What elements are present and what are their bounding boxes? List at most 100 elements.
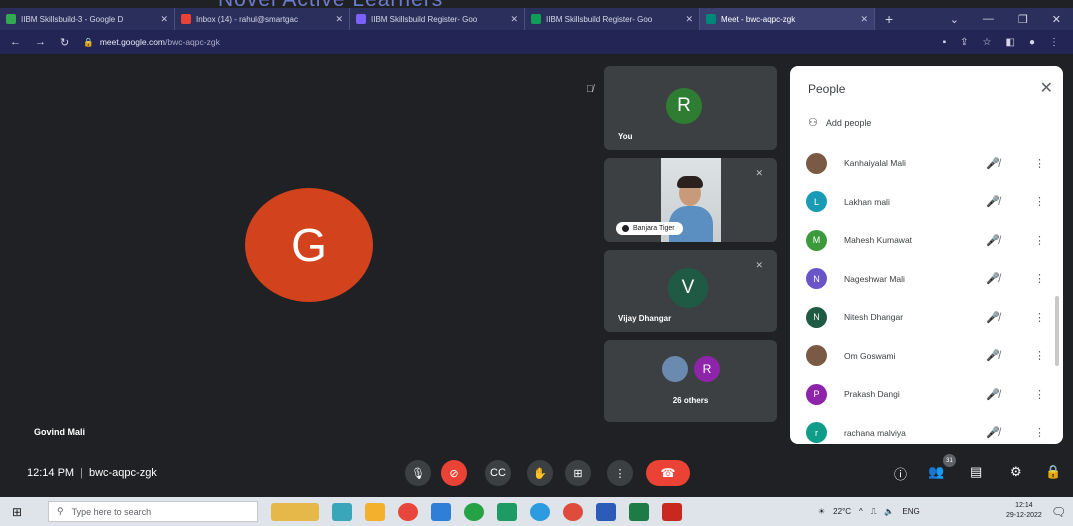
url-field[interactable]: 🔒 meet.google.com/bwc-aqpc-zgk (83, 37, 220, 48)
taskbar-search[interactable]: ⚲ Type here to search (48, 501, 258, 522)
participant-tile-you[interactable]: R You (604, 66, 777, 150)
list-item[interactable]: L Lakhan mali 🎤̸ ⋮ (790, 183, 1063, 222)
taskbar-app-icon[interactable] (332, 502, 352, 521)
participant-list: Kanhaiyalal Mali 🎤̸ ⋮ L Lakhan mali 🎤̸ ⋮… (790, 144, 1063, 444)
taskbar-app-icon[interactable] (271, 502, 319, 521)
more-options-icon[interactable]: ⋮ (1034, 157, 1045, 170)
taskbar-app-icon[interactable] (530, 502, 550, 521)
language-indicator[interactable]: ENG (902, 507, 919, 516)
chat-icon[interactable]: ▤ (970, 464, 982, 480)
browser-tab[interactable]: IIBM Skillsbuild-3 - Google D ✕ (0, 8, 175, 30)
participant-avatar: P (806, 383, 827, 405)
panel-title: People (808, 82, 846, 96)
network-icon[interactable]: ⎍ (871, 507, 877, 517)
taskbar-app-icon[interactable] (563, 502, 583, 521)
tab-search-icon[interactable]: ⌄ (950, 13, 959, 26)
present-button[interactable]: ⊞ (565, 460, 591, 486)
close-icon[interactable]: ✕ (1040, 78, 1053, 98)
hand-icon: ✋ (533, 467, 547, 480)
more-options-icon[interactable]: ⋮ (1034, 426, 1045, 439)
profile-icon[interactable]: ● (1029, 37, 1035, 48)
tab-title: IIBM Skillsbuild-3 - Google D (21, 14, 124, 24)
mic-off-icon: 🎤̸ (986, 196, 1000, 209)
sidebar-icon[interactable]: ◧ (1006, 37, 1015, 48)
activities-icon[interactable]: ⚙ (1010, 464, 1022, 480)
more-options-icon[interactable]: ⋮ (1034, 195, 1045, 208)
more-options-icon[interactable]: ⋮ (1034, 234, 1045, 247)
close-tab-icon[interactable]: ✕ (685, 14, 693, 25)
more-options-icon[interactable]: ⋮ (1034, 311, 1045, 324)
mic-off-icon: 🎤̸ (986, 350, 1000, 363)
reload-icon[interactable]: ↻ (60, 36, 69, 49)
volume-icon[interactable]: 🔈 (884, 507, 894, 516)
weather-icon[interactable]: ☀ (818, 507, 825, 516)
add-people-button[interactable]: ⚇ Add people (808, 116, 871, 129)
clock-date: 29-12-2022 (1006, 512, 1042, 519)
more-options-icon[interactable]: ⋮ (1034, 349, 1045, 362)
list-item[interactable]: N Nitesh Dhangar 🎤̸ ⋮ (790, 298, 1063, 337)
windows-taskbar: ⊞ ⚲ Type here to search ☀ 22°C ^ ⎍ 🔈 ENG… (0, 497, 1073, 526)
browser-tab[interactable]: Inbox (14) - rahul@smartgac ✕ (175, 8, 350, 30)
more-options-icon[interactable]: ⋮ (1034, 388, 1045, 401)
list-item[interactable]: N Nageshwar Mali 🎤̸ ⋮ (790, 260, 1063, 299)
browser-tab-active[interactable]: Meet - bwc-aqpc-zgk ✕ (700, 8, 875, 30)
forward-icon[interactable]: → (35, 36, 46, 48)
list-item[interactable]: Om Goswami 🎤̸ ⋮ (790, 337, 1063, 376)
bookmark-star-icon[interactable]: ☆ (983, 37, 992, 48)
participant-avatar: r (806, 422, 827, 444)
browser-tab[interactable]: IIBM Skillsbuild Register- Goo ✕ (350, 8, 525, 30)
pin-icon (622, 225, 629, 232)
camera-icon[interactable]: ▪ (943, 37, 947, 48)
windows-start-icon[interactable]: ⊞ (12, 505, 36, 519)
scrollbar[interactable] (1055, 296, 1059, 366)
close-tab-icon[interactable]: ✕ (335, 14, 343, 25)
participant-name: Om Goswami (844, 350, 896, 361)
taskbar-app-icon[interactable] (431, 502, 451, 521)
close-window-icon[interactable]: ✕ (1052, 13, 1061, 26)
host-controls-icon[interactable]: 🔒 (1045, 464, 1061, 480)
taskbar-app-icon[interactable] (596, 502, 616, 521)
chevron-up-icon[interactable]: ^ (859, 507, 863, 516)
mic-off-icon: 🎤̸ (986, 388, 1000, 401)
notification-icon[interactable]: 🗨 (1051, 505, 1066, 519)
main-participant-tile[interactable]: G Govind Mali (20, 64, 600, 448)
taskbar-app-icon[interactable] (464, 502, 484, 521)
meeting-code: bwc-aqpc-zgk (88, 467, 157, 479)
microphone-button[interactable]: 🎙 (405, 460, 431, 486)
participant-tile[interactable]: V ✕ Vijay Dhangar (604, 250, 777, 332)
share-icon[interactable]: ⇪ (960, 37, 968, 48)
maximize-icon[interactable]: ❐ (1018, 13, 1028, 26)
list-item[interactable]: P Prakash Dangi 🎤̸ ⋮ (790, 375, 1063, 414)
participant-tile-video[interactable]: ✕ Banjara Tiger (604, 158, 777, 242)
close-tab-icon[interactable]: ✕ (160, 14, 168, 25)
more-options-button[interactable]: ⋮ (607, 460, 633, 486)
taskbar-app-icon[interactable] (662, 502, 682, 521)
menu-dots-icon[interactable]: ⋮ (1049, 37, 1059, 48)
meeting-details-icon[interactable]: ⓘ (894, 464, 907, 483)
close-tab-icon[interactable]: ✕ (510, 14, 518, 25)
camera-off-button[interactable]: ⊘ (441, 460, 467, 486)
people-icon[interactable]: 👥 (928, 464, 944, 480)
tab-title: Inbox (14) - rahul@smartgac (196, 14, 298, 24)
taskbar-app-icon[interactable] (629, 502, 649, 521)
taskbar-app-icon[interactable] (398, 502, 418, 521)
system-tray: ☀ 22°C ^ ⎍ 🔈 ENG (818, 497, 920, 526)
browser-tab[interactable]: IIBM Skillsbuild Register- Goo ✕ (525, 8, 700, 30)
participant-tile-others[interactable]: R 26 others (604, 340, 777, 422)
taskbar-app-icon[interactable] (497, 502, 517, 521)
raise-hand-button[interactable]: ✋ (527, 460, 553, 486)
captions-button[interactable]: CC (485, 460, 511, 486)
minimize-icon[interactable]: — (983, 13, 994, 26)
list-item[interactable]: Kanhaiyalal Mali 🎤̸ ⋮ (790, 144, 1063, 183)
taskbar-app-icon[interactable] (365, 502, 385, 521)
taskbar-clock[interactable]: 12:14 29-12-2022 (1006, 501, 1042, 521)
more-options-icon[interactable]: ⋮ (1034, 272, 1045, 285)
new-tab-button[interactable]: + (875, 11, 903, 27)
leave-call-button[interactable]: ☎ (646, 460, 690, 486)
close-tab-icon[interactable]: ✕ (860, 14, 868, 25)
list-item[interactable]: M Mahesh Kumawat 🎤̸ ⋮ (790, 221, 1063, 260)
list-item[interactable]: r rachana malviya 🎤̸ ⋮ (790, 414, 1063, 445)
url-host: meet.google.com (99, 37, 166, 47)
mic-off-icon: ✕ (755, 260, 763, 270)
back-icon[interactable]: ← (10, 36, 21, 48)
